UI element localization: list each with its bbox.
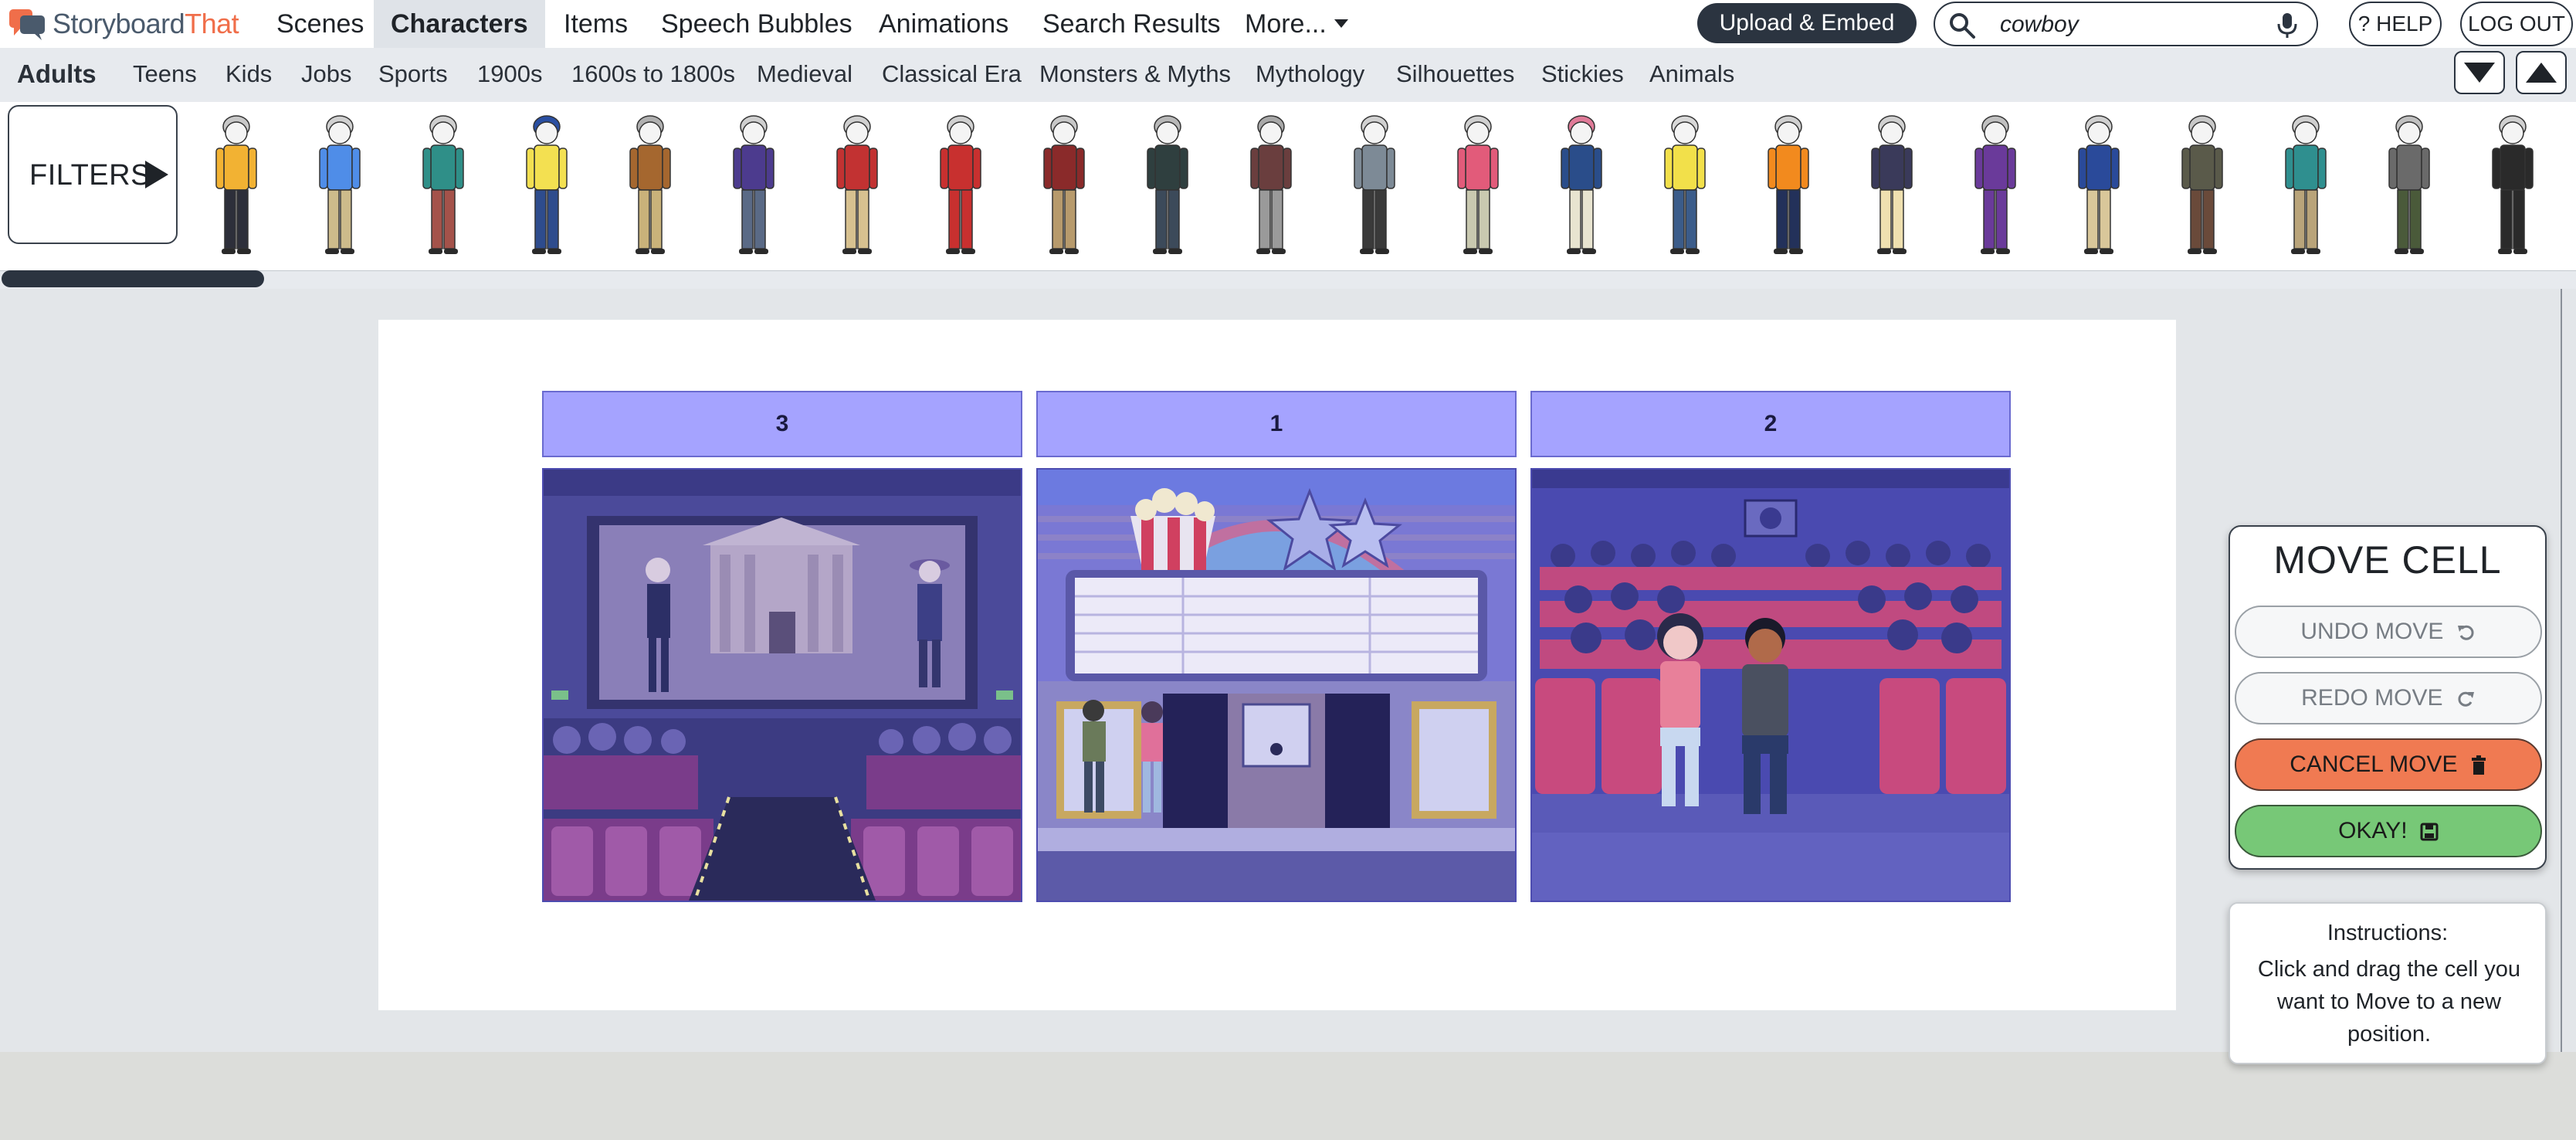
okay-label: OKAY! bbox=[2338, 818, 2408, 843]
cell-scene-movie-screen[interactable] bbox=[542, 468, 1022, 902]
footer-band bbox=[0, 1052, 2576, 1140]
tab-scenes[interactable]: Scenes bbox=[259, 0, 381, 48]
move-cell-title: MOVE CELL bbox=[2273, 538, 2502, 582]
storyboardthat-logo[interactable]: StoryboardThat bbox=[8, 5, 239, 43]
tab-animations[interactable]: Animations bbox=[862, 0, 1025, 48]
category-1900s[interactable]: 1900s bbox=[477, 48, 542, 102]
character-library-strip: FILTERS bbox=[0, 102, 2576, 270]
cell-title-3[interactable]: 3 bbox=[542, 391, 1022, 457]
category-classical-era[interactable]: Classical Era bbox=[882, 48, 1022, 102]
triangle-up-icon bbox=[2526, 63, 2557, 83]
cell-scene-theater-marquee[interactable] bbox=[1036, 468, 1517, 902]
category-monsters-myths[interactable]: Monsters & Myths bbox=[1039, 48, 1231, 102]
character-category-bar: Adults Teens Kids Jobs Sports 1900s 1600… bbox=[0, 48, 2576, 102]
microphone-icon[interactable] bbox=[2275, 12, 2300, 39]
trash-icon bbox=[2471, 755, 2486, 775]
undo-move-label: UNDO MOVE bbox=[2300, 619, 2444, 644]
character-thumbnail[interactable] bbox=[1033, 113, 1095, 256]
tab-characters[interactable]: Characters bbox=[374, 0, 545, 48]
search-icon[interactable] bbox=[1947, 11, 1977, 40]
cell-scene-audience-seats[interactable] bbox=[1530, 468, 2011, 902]
library-scrollbar-track[interactable] bbox=[0, 270, 2576, 289]
caret-down-icon bbox=[1334, 19, 1348, 28]
character-thumbnail[interactable] bbox=[412, 113, 474, 256]
character-thumbnail[interactable] bbox=[2378, 113, 2440, 256]
movie-screen-scene-image bbox=[544, 470, 1021, 901]
logo-text: StoryboardThat bbox=[53, 8, 239, 39]
search-box bbox=[1934, 2, 2318, 46]
character-thumbnail[interactable] bbox=[826, 113, 888, 256]
move-cell-panel: MOVE CELL UNDO MOVE REDO MOVE CANCEL MOV… bbox=[2229, 525, 2547, 870]
search-input[interactable] bbox=[2000, 9, 2255, 40]
tab-speech-bubbles[interactable]: Speech Bubbles bbox=[644, 0, 869, 48]
category-kids[interactable]: Kids bbox=[225, 48, 272, 102]
category-silhouettes[interactable]: Silhouettes bbox=[1396, 48, 1514, 102]
character-thumbnail[interactable] bbox=[2171, 113, 2233, 256]
category-stickies[interactable]: Stickies bbox=[1541, 48, 1624, 102]
okay-button[interactable]: OKAY! bbox=[2235, 805, 2542, 857]
help-button[interactable]: ? HELP bbox=[2349, 2, 2442, 46]
category-adults[interactable]: Adults bbox=[17, 48, 97, 102]
cell-title-2[interactable]: 2 bbox=[1530, 391, 2011, 457]
character-thumbnail[interactable] bbox=[2068, 113, 2130, 256]
instructions-text: Click and drag the cell you want to Move… bbox=[2257, 957, 2521, 1047]
undo-move-button[interactable]: UNDO MOVE bbox=[2235, 606, 2542, 658]
tab-items[interactable]: Items bbox=[547, 0, 645, 48]
character-thumbnail[interactable] bbox=[1137, 113, 1198, 256]
instructions-title: Instructions: bbox=[2327, 921, 2449, 945]
character-thumbnail[interactable] bbox=[2275, 113, 2337, 256]
top-navigation-bar: StoryboardThat Scenes Characters Items S… bbox=[0, 0, 2576, 48]
audience-seats-scene-image bbox=[1532, 470, 2009, 901]
character-thumbnail[interactable] bbox=[1757, 113, 1819, 256]
upload-embed-button[interactable]: Upload & Embed bbox=[1697, 3, 1917, 43]
theater-marquee-scene-image bbox=[1038, 470, 1515, 901]
redo-move-label: REDO MOVE bbox=[2301, 685, 2443, 711]
character-thumbnail[interactable] bbox=[1344, 113, 1405, 256]
logout-button[interactable]: LOG OUT bbox=[2460, 2, 2573, 46]
undo-icon bbox=[2457, 625, 2474, 640]
expand-library-button[interactable] bbox=[2516, 51, 2567, 94]
cancel-move-button[interactable]: CANCEL MOVE bbox=[2235, 738, 2542, 791]
tab-more[interactable]: More... bbox=[1228, 0, 1365, 48]
instructions-panel: Instructions: Click and drag the cell yo… bbox=[2229, 902, 2547, 1064]
canvas-vertical-scrollbar[interactable] bbox=[2561, 289, 2562, 1053]
library-scrollbar-thumb[interactable] bbox=[2, 270, 264, 287]
character-thumbnail[interactable] bbox=[1447, 113, 1509, 256]
category-medieval[interactable]: Medieval bbox=[757, 48, 852, 102]
redo-move-button[interactable]: REDO MOVE bbox=[2235, 672, 2542, 724]
redo-icon bbox=[2458, 691, 2474, 707]
character-thumbnail[interactable] bbox=[309, 113, 371, 256]
character-thumbnail[interactable] bbox=[1240, 113, 1302, 256]
category-teens[interactable]: Teens bbox=[133, 48, 197, 102]
character-thumbnail[interactable] bbox=[1861, 113, 1923, 256]
category-sports[interactable]: Sports bbox=[378, 48, 448, 102]
cancel-move-label: CANCEL MOVE bbox=[2290, 752, 2458, 777]
category-mythology[interactable]: Mythology bbox=[1256, 48, 1364, 102]
character-thumbnail[interactable] bbox=[619, 113, 681, 256]
save-floppy-icon bbox=[2420, 823, 2439, 841]
character-thumbnail[interactable] bbox=[205, 113, 267, 256]
category-1600s-1800s[interactable]: 1600s to 1800s bbox=[571, 48, 735, 102]
collapse-library-button[interactable] bbox=[2454, 51, 2505, 94]
filters-label: FILTERS bbox=[29, 159, 151, 192]
play-arrow-icon bbox=[145, 161, 168, 188]
category-animals[interactable]: Animals bbox=[1649, 48, 1734, 102]
character-thumbnail[interactable] bbox=[1964, 113, 2026, 256]
triangle-down-icon bbox=[2464, 63, 2495, 83]
character-thumbnail[interactable] bbox=[1654, 113, 1716, 256]
cell-title-1[interactable]: 1 bbox=[1036, 391, 1517, 457]
character-thumbnail[interactable] bbox=[930, 113, 991, 256]
character-thumbnail[interactable] bbox=[723, 113, 785, 256]
storyboard-canvas: 3 1 2 bbox=[378, 320, 2176, 1010]
category-jobs[interactable]: Jobs bbox=[301, 48, 351, 102]
character-thumbnail[interactable] bbox=[2482, 113, 2544, 256]
tab-search-results[interactable]: Search Results bbox=[1025, 0, 1238, 48]
speech-bubbles-logo-icon bbox=[9, 9, 45, 40]
character-thumbnail[interactable] bbox=[1551, 113, 1612, 256]
more-label: More... bbox=[1245, 9, 1327, 39]
character-thumbnail[interactable] bbox=[516, 113, 578, 256]
filters-button[interactable]: FILTERS bbox=[8, 105, 178, 244]
